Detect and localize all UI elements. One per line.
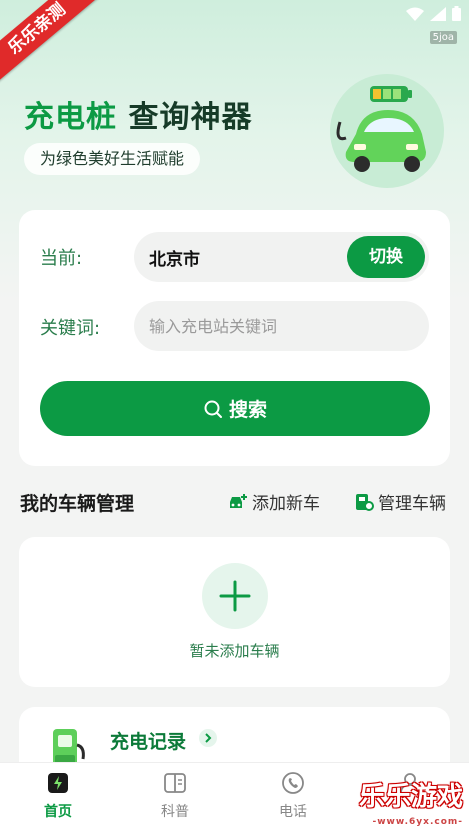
keyword-input[interactable] <box>134 301 429 351</box>
slogan-badge: 为绿色美好生活赋能 <box>24 143 201 175</box>
vehicle-section-title: 我的车辆管理 <box>20 493 135 515</box>
search-card: 当前: 北京市 切换 关键词: 搜索 <box>19 210 450 466</box>
empty-vehicles-text: 暂未添加车辆 <box>189 642 280 660</box>
wifi-icon <box>406 7 424 21</box>
page-title: 充电桩 查询神器 <box>24 92 252 136</box>
watermark-sub: -www.6yx.com- <box>372 817 463 827</box>
battery-icon <box>452 6 461 21</box>
manage-vehicle-link[interactable]: 管理车辆 <box>354 489 446 514</box>
phone-icon <box>282 772 304 794</box>
switch-city-button[interactable]: 切换 <box>347 236 425 278</box>
add-vehicle-link[interactable]: 添加新车 <box>228 489 320 514</box>
tab-home-label: 首页 <box>44 804 72 820</box>
status-tag: 5joa <box>429 31 457 44</box>
tab-phone[interactable]: 电话 <box>253 771 333 821</box>
search-button[interactable]: 搜索 <box>40 381 430 436</box>
home-bolt-icon <box>48 773 68 793</box>
city-selector: 北京市 切换 <box>134 232 429 282</box>
current-city-value: 北京市 <box>149 250 200 270</box>
add-car-icon <box>230 493 247 508</box>
add-vehicle-label: 添加新车 <box>252 494 320 514</box>
tab-phone-label: 电话 <box>279 804 307 820</box>
add-vehicle-button[interactable] <box>202 563 268 629</box>
plus-icon <box>219 580 251 612</box>
tab-science-label: 科普 <box>161 804 189 820</box>
vehicle-card: 暂未添加车辆 <box>19 537 450 687</box>
watermark-text: 乐乐游戏 <box>358 782 463 812</box>
search-button-label: 搜索 <box>228 400 267 421</box>
title-highlight: 充电桩 <box>24 100 117 135</box>
chevron-right-icon <box>199 729 217 747</box>
tab-science[interactable]: 科普 <box>135 771 215 821</box>
title-rest: 查询神器 <box>128 100 253 135</box>
current-city-label: 当前: <box>40 248 83 269</box>
keyword-label: 关键词: <box>40 318 101 339</box>
manage-car-icon <box>356 493 374 511</box>
book-icon <box>164 773 186 793</box>
tab-home[interactable]: 首页 <box>18 771 98 821</box>
signal-icon <box>430 6 446 21</box>
car-charging-illustration <box>330 74 444 188</box>
site-watermark: 乐乐游戏 -www.6yx.com- <box>347 777 469 835</box>
charging-records-title: 充电记录 <box>110 731 187 753</box>
status-bar <box>406 6 461 21</box>
search-icon <box>204 400 222 418</box>
manage-vehicle-label: 管理车辆 <box>378 494 446 514</box>
